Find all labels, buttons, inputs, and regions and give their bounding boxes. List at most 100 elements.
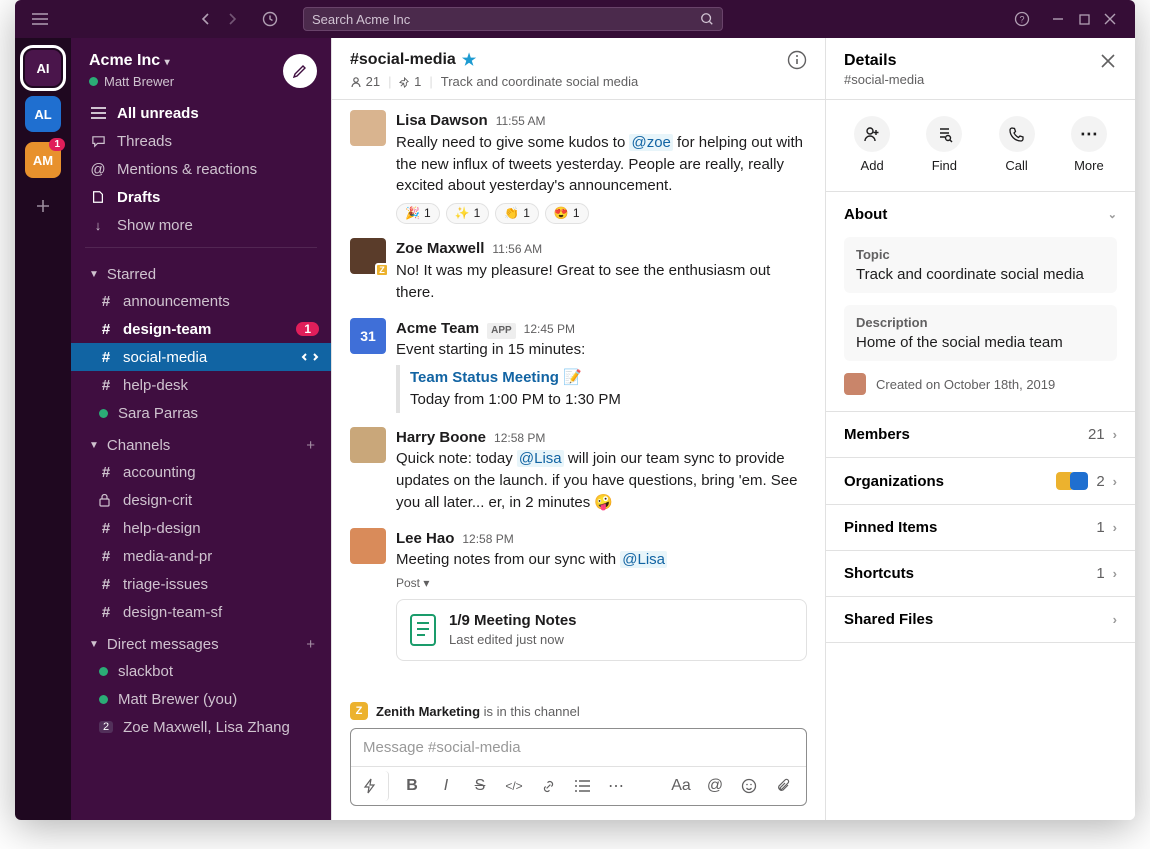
channel-design-team[interactable]: #design-team1 xyxy=(71,315,331,343)
event-title[interactable]: Team Status Meeting xyxy=(410,369,559,386)
reaction[interactable]: 🎉1 xyxy=(396,203,440,224)
section-channels[interactable]: ▼Channels+ xyxy=(71,427,331,458)
channel-info-button[interactable] xyxy=(787,50,807,70)
channel-announcements[interactable]: #announcements xyxy=(71,287,331,315)
nav-mentions[interactable]: @Mentions & reactions xyxy=(71,155,331,183)
members-count[interactable]: 21 xyxy=(350,74,380,89)
composer-input[interactable]: Message #social-media xyxy=(351,729,806,766)
back-icon[interactable] xyxy=(193,6,219,32)
section-dms[interactable]: ▼Direct messages+ xyxy=(71,626,331,657)
message-author[interactable]: Lisa Dawson xyxy=(396,110,488,132)
lightning-icon[interactable] xyxy=(359,771,389,801)
details-about-header[interactable]: About⌄ xyxy=(826,192,1135,237)
message-composer[interactable]: Message #social-media B I S </> ⋯ Aa @ xyxy=(350,728,807,806)
message-author[interactable]: Acme Team xyxy=(396,318,479,340)
channel-help-desk[interactable]: #help-desk xyxy=(71,371,331,399)
dm-self[interactable]: Matt Brewer (you) xyxy=(71,685,331,713)
dm-group[interactable]: 2Zoe Maxwell, Lisa Zhang xyxy=(71,713,331,741)
mention[interactable]: @zoe xyxy=(629,134,672,151)
forward-icon[interactable] xyxy=(219,6,245,32)
star-icon[interactable]: ★ xyxy=(462,50,476,70)
nav-all-unreads[interactable]: All unreads xyxy=(71,99,331,127)
channel-accounting[interactable]: #accounting xyxy=(71,458,331,486)
details-shared-files[interactable]: Shared Files› xyxy=(826,597,1135,642)
minimize-icon[interactable] xyxy=(1045,6,1071,32)
maximize-icon[interactable] xyxy=(1071,6,1097,32)
emoji-button[interactable] xyxy=(734,771,764,801)
close-details-button[interactable] xyxy=(1099,52,1117,70)
compose-button[interactable] xyxy=(283,54,317,88)
post-card[interactable]: 1/9 Meeting Notes Last edited just now xyxy=(396,599,807,662)
details-description-box[interactable]: Description Home of the social media tea… xyxy=(844,305,1117,361)
add-channel-button[interactable]: + xyxy=(306,437,315,454)
workspace-al[interactable]: AL xyxy=(25,96,61,132)
channel-name[interactable]: #social-media xyxy=(350,51,456,69)
dm-sara-parras[interactable]: Sara Parras xyxy=(71,399,331,427)
message-author[interactable]: Harry Boone xyxy=(396,427,486,449)
channel-media-and-pr[interactable]: #media-and-pr xyxy=(71,542,331,570)
details-organizations[interactable]: Organizations2› xyxy=(826,458,1135,504)
list-button[interactable] xyxy=(567,771,597,801)
search-input[interactable]: Search Acme Inc xyxy=(303,7,723,31)
message-author[interactable]: Zoe Maxwell xyxy=(396,238,484,260)
nav-show-more[interactable]: ↓Show more xyxy=(71,211,331,239)
strikethrough-button[interactable]: S xyxy=(465,771,495,801)
details-call-button[interactable]: Call xyxy=(999,116,1035,173)
channel-help-design[interactable]: #help-design xyxy=(71,514,331,542)
mention[interactable]: @Lisa xyxy=(517,450,564,467)
app-badge: APP xyxy=(487,323,516,340)
reaction[interactable]: 😍1 xyxy=(545,203,589,224)
workspace-name[interactable]: Acme Inc ▾ xyxy=(89,52,174,70)
link-button[interactable] xyxy=(533,771,563,801)
creator-avatar[interactable] xyxy=(844,373,866,395)
section-starred[interactable]: ▼Starred xyxy=(71,256,331,287)
mention-button[interactable]: @ xyxy=(700,771,730,801)
details-more-button[interactable]: ⋯More xyxy=(1071,116,1107,173)
avatar[interactable] xyxy=(350,427,386,463)
nav-threads[interactable]: Threads xyxy=(71,127,331,155)
close-icon[interactable] xyxy=(1097,6,1123,32)
details-pinned[interactable]: Pinned Items1› xyxy=(826,505,1135,550)
bold-button[interactable]: B xyxy=(397,771,427,801)
message-author[interactable]: Lee Hao xyxy=(396,528,454,550)
avatar[interactable] xyxy=(350,110,386,146)
font-button[interactable]: Aa xyxy=(666,771,696,801)
workspace-am[interactable]: AM1 xyxy=(25,142,61,178)
dm-slackbot[interactable]: slackbot xyxy=(71,657,331,685)
details-topic-box[interactable]: Topic Track and coordinate social media xyxy=(844,237,1117,293)
avatar[interactable] xyxy=(350,528,386,564)
message: 31 Acme TeamAPP12:45 PM Event starting i… xyxy=(350,318,807,413)
mention[interactable]: @Lisa xyxy=(620,551,667,568)
channel-topic[interactable]: Track and coordinate social media xyxy=(441,74,639,89)
details-shortcuts[interactable]: Shortcuts1› xyxy=(826,551,1135,596)
search-icon xyxy=(700,12,714,26)
italic-button[interactable]: I xyxy=(431,771,461,801)
details-add-button[interactable]: Add xyxy=(854,116,890,173)
details-members[interactable]: Members21› xyxy=(826,412,1135,457)
workspace-ai[interactable]: AI xyxy=(25,50,61,86)
more-formatting-button[interactable]: ⋯ xyxy=(601,771,631,801)
org-name[interactable]: Zenith Marketing xyxy=(376,704,480,719)
reaction[interactable]: 👏1 xyxy=(495,203,539,224)
channel-triage-issues[interactable]: #triage-issues xyxy=(71,570,331,598)
details-find-button[interactable]: Find xyxy=(926,116,962,173)
pins-count[interactable]: 1 xyxy=(399,74,421,89)
help-icon[interactable]: ? xyxy=(1009,6,1035,32)
add-workspace-button[interactable] xyxy=(25,188,61,224)
code-button[interactable]: </> xyxy=(499,771,529,801)
document-icon xyxy=(409,613,437,647)
workspace-abbr: AI xyxy=(37,61,50,76)
reaction[interactable]: ✨1 xyxy=(446,203,490,224)
channel-social-media[interactable]: #social-media xyxy=(71,343,331,371)
avatar[interactable]: 31 xyxy=(350,318,386,354)
channel-design-team-sf[interactable]: #design-team-sf xyxy=(71,598,331,626)
nav-drafts[interactable]: Drafts xyxy=(71,183,331,211)
avatar[interactable]: Z xyxy=(350,238,386,274)
hamburger-icon[interactable] xyxy=(27,6,53,32)
message-text: Really need to give some kudos to @zoe f… xyxy=(396,132,807,197)
hash-icon: # xyxy=(99,377,113,394)
channel-design-crit[interactable]: design-crit xyxy=(71,486,331,514)
add-dm-button[interactable]: + xyxy=(306,636,315,653)
attach-button[interactable] xyxy=(768,771,798,801)
history-icon[interactable] xyxy=(257,6,283,32)
